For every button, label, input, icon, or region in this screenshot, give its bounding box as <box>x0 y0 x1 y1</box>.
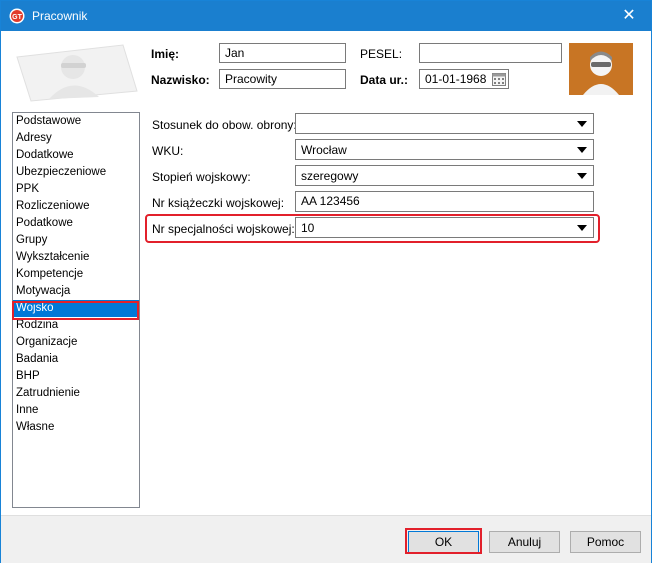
specialty-value: 10 <box>301 221 315 235</box>
sidebar-item[interactable]: Ubezpieczeniowe <box>13 164 139 181</box>
cancel-button[interactable]: Anuluj <box>489 531 560 553</box>
rank-value: szeregowy <box>301 169 359 183</box>
selected-item-outline <box>12 301 139 320</box>
obligation-label: Stosunek do obow. obrony: <box>152 118 297 132</box>
booklet-field[interactable]: AA 123456 <box>295 191 594 212</box>
title-bar[interactable]: GT Pracownik ✕ <box>1 1 651 31</box>
sidebar-item[interactable]: BHP <box>13 368 139 385</box>
last-name-field[interactable]: Pracowity <box>219 69 346 89</box>
sidebar-item[interactable]: Dodatkowe <box>13 147 139 164</box>
wku-select[interactable]: Wrocław <box>295 139 594 160</box>
last-name-label: Nazwisko: <box>151 73 210 87</box>
first-name-field[interactable]: Jan <box>219 43 346 63</box>
sidebar-item[interactable]: Badania <box>13 351 139 368</box>
specialty-label: Nr specjalności wojskowej: <box>152 222 295 236</box>
employee-avatar-icon[interactable] <box>569 43 633 95</box>
sidebar-item[interactable]: Zatrudnienie <box>13 385 139 402</box>
sidebar-item[interactable]: Rozliczeniowe <box>13 198 139 215</box>
birth-date-field[interactable]: 01-01-1968 <box>419 69 509 89</box>
chevron-down-icon[interactable] <box>577 225 587 231</box>
birth-date-label: Data ur.: <box>360 73 409 87</box>
booklet-label: Nr książeczki wojskowej: <box>152 196 285 210</box>
close-icon[interactable]: ✕ <box>607 1 651 31</box>
rank-label: Stopień wojskowy: <box>152 170 251 184</box>
app-logo-icon: GT <box>9 8 25 24</box>
pesel-label: PESEL: <box>360 47 403 61</box>
calendar-icon[interactable] <box>492 72 506 86</box>
chevron-down-icon[interactable] <box>577 121 587 127</box>
sidebar-item[interactable]: PPK <box>13 181 139 198</box>
birth-date-value: 01-01-1968 <box>425 72 487 86</box>
chevron-down-icon[interactable] <box>577 173 587 179</box>
wku-label: WKU: <box>152 144 184 158</box>
sidebar-item[interactable]: Grupy <box>13 232 139 249</box>
sidebar-item[interactable]: Inne <box>13 402 139 419</box>
sidebar-item[interactable]: Adresy <box>13 130 139 147</box>
obligation-select[interactable] <box>295 113 594 134</box>
dialog-window: GT Pracownik ✕ Imię: Jan PESEL: Nazwisko… <box>0 0 652 563</box>
sidebar-item[interactable]: Motywacja <box>13 283 139 300</box>
sidebar-item[interactable]: Organizacje <box>13 334 139 351</box>
ok-button-outline <box>405 528 482 554</box>
photo-placeholder-icon <box>16 44 138 102</box>
sidebar-item[interactable]: Podatkowe <box>13 215 139 232</box>
dialog-content: Imię: Jan PESEL: Nazwisko: Pracowity Dat… <box>1 31 651 563</box>
sidebar-item[interactable]: Kompetencje <box>13 266 139 283</box>
window-title: Pracownik <box>32 9 88 23</box>
first-name-label: Imię: <box>151 47 180 61</box>
rank-select[interactable]: szeregowy <box>295 165 594 186</box>
svg-text:GT: GT <box>12 14 22 21</box>
chevron-down-icon[interactable] <box>577 147 587 153</box>
sidebar-item[interactable]: Własne <box>13 419 139 436</box>
pesel-field[interactable] <box>419 43 562 63</box>
specialty-select[interactable]: 10 <box>295 217 594 238</box>
help-button[interactable]: Pomoc <box>570 531 641 553</box>
sidebar-item[interactable]: Podstawowe <box>13 113 139 130</box>
sidebar-item[interactable]: Wykształcenie <box>13 249 139 266</box>
wku-value: Wrocław <box>301 143 347 157</box>
